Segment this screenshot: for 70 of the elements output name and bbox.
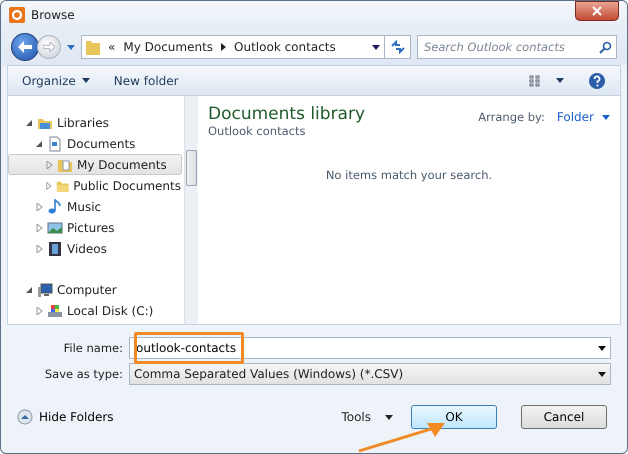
close-icon	[592, 6, 602, 16]
search-icon[interactable]	[599, 40, 612, 54]
collapsed-icon[interactable]	[35, 306, 43, 314]
file-name-label: File name:	[62, 341, 124, 355]
breadcrumb[interactable]: Outlook contacts	[234, 40, 336, 54]
computer-icon	[37, 282, 53, 298]
caret-icon	[598, 346, 606, 350]
file-name-field[interactable]: outlook-contacts	[134, 340, 598, 356]
tree-item[interactable]: Pictures	[8, 217, 182, 238]
caret-icon	[556, 78, 564, 83]
hide-folders-button[interactable]: Hide Folders	[17, 409, 114, 425]
collapsed-icon[interactable]	[35, 224, 43, 232]
tree-item[interactable]: Computer	[8, 279, 182, 300]
file-name-combo[interactable]: outlook-contacts	[129, 337, 611, 359]
tree-item[interactable]: Music	[8, 196, 182, 217]
caret-icon	[602, 114, 610, 120]
save-type-dropdown[interactable]: Comma Separated Values (Windows) (*.CSV)	[129, 363, 611, 385]
new-folder-button[interactable]: New folder	[114, 74, 179, 88]
collapse-icon	[17, 409, 33, 425]
tree-item[interactable]: Libraries	[8, 112, 182, 133]
collapsed-icon[interactable]	[35, 202, 43, 210]
history-dropdown-icon[interactable]	[67, 44, 75, 50]
save-type-label: Save as type:	[44, 367, 124, 381]
expanded-icon[interactable]	[25, 118, 33, 126]
overflow-chevron[interactable]: «	[108, 40, 116, 54]
caret-icon	[385, 414, 393, 420]
caret-icon	[598, 372, 606, 376]
collapsed-icon[interactable]	[35, 244, 43, 252]
forward-arrow-icon	[43, 42, 55, 52]
library-subtitle: Outlook contacts	[208, 124, 306, 138]
scrollbar[interactable]	[184, 96, 198, 324]
collapsed-icon[interactable]	[45, 182, 52, 190]
caret-icon	[372, 44, 380, 50]
document-icon	[47, 136, 63, 152]
picture-icon	[47, 220, 63, 236]
film-icon	[47, 240, 63, 256]
caret-icon	[82, 78, 90, 83]
close-button[interactable]	[575, 1, 619, 21]
library-title: Documents library	[208, 104, 366, 124]
tree-item[interactable]: Public Documents	[8, 175, 182, 196]
app-icon	[9, 7, 25, 23]
back-arrow-icon	[18, 41, 32, 53]
view-options-button[interactable]	[528, 74, 564, 86]
tools-menu[interactable]: Tools	[341, 410, 393, 424]
cancel-button[interactable]: Cancel	[521, 405, 607, 429]
tree-item[interactable]: Videos	[8, 238, 182, 259]
disk-drive-icon	[47, 302, 63, 318]
back-button[interactable]	[11, 33, 39, 61]
refresh-button[interactable]	[385, 35, 411, 59]
folder-icon	[86, 39, 100, 55]
expanded-icon[interactable]	[35, 140, 43, 148]
window-title: Browse	[31, 8, 75, 22]
refresh-icon	[390, 40, 406, 54]
music-note-icon	[47, 198, 63, 214]
search-box[interactable]: Search Outlook contacts	[417, 35, 617, 59]
arrange-label: Arrange by:	[478, 110, 545, 124]
help-icon[interactable]	[588, 72, 606, 90]
tree-item[interactable]: Local Disk (C:)	[8, 300, 182, 321]
tree-item[interactable]: My Documents	[8, 154, 182, 175]
grid-view-icon	[528, 74, 540, 86]
separator-arrow-icon[interactable]	[221, 43, 226, 51]
arrange-dropdown[interactable]: Folder	[556, 110, 610, 124]
scroll-thumb[interactable]	[186, 150, 197, 186]
breadcrumb[interactable]: My Documents	[123, 40, 214, 54]
address-bar[interactable]: « My Documents Outlook contacts	[81, 35, 385, 59]
organize-menu[interactable]: Organize	[22, 74, 90, 88]
tree-item[interactable]: Documents	[8, 133, 182, 154]
ok-button[interactable]: OK	[411, 405, 497, 429]
empty-message: No items match your search.	[326, 168, 492, 182]
expanded-icon[interactable]	[25, 286, 33, 294]
